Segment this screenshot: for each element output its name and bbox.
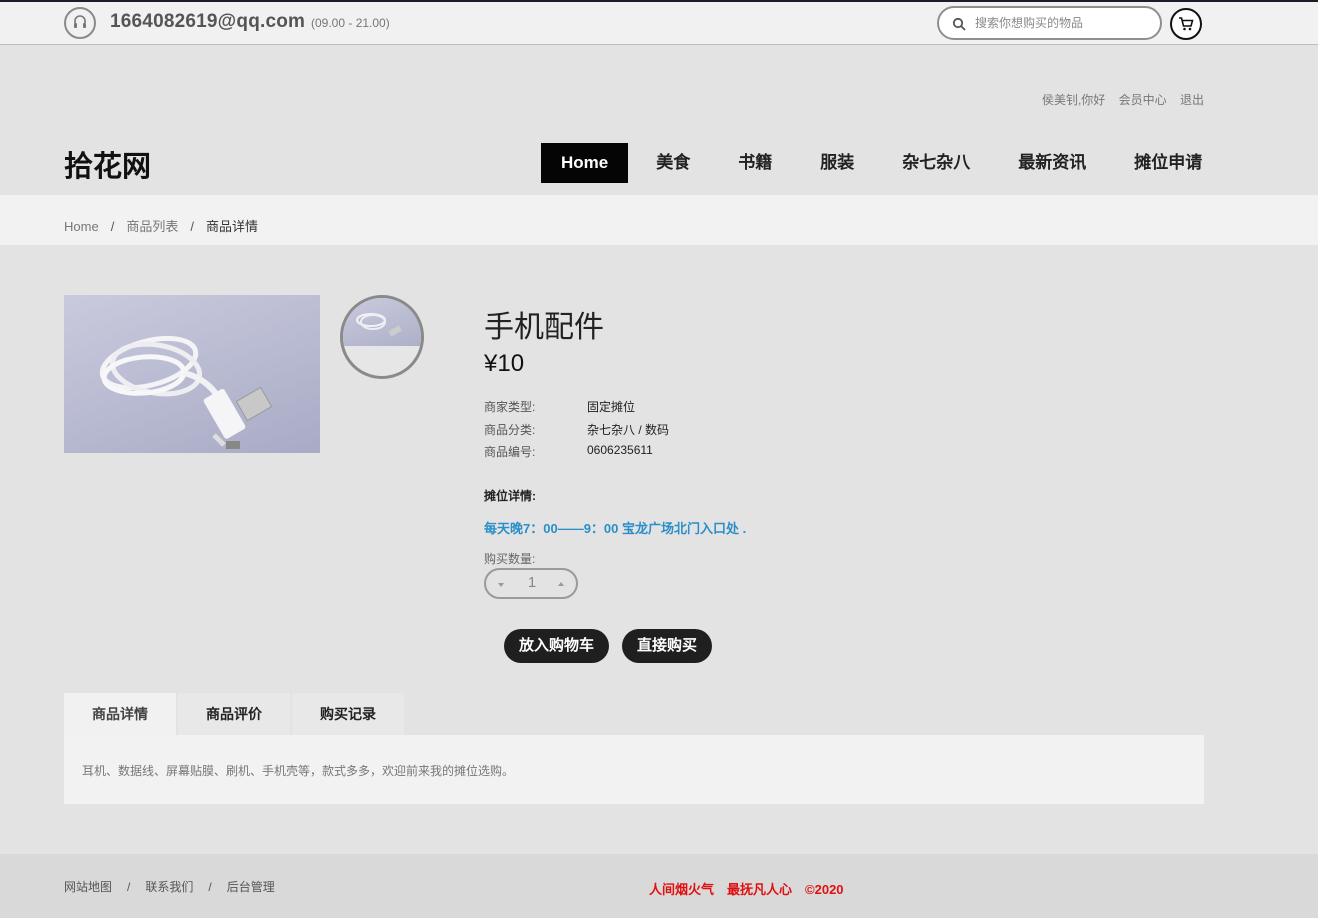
quantity-stepper[interactable]: 1 (484, 568, 578, 599)
breadcrumb-list[interactable]: 商品列表 (126, 219, 178, 234)
nav-food[interactable]: 美食 (632, 143, 714, 183)
business-hours: (09.00 - 21.00) (311, 16, 390, 30)
attr-value: 0606235611 (587, 443, 653, 457)
main-nav: Home 美食 书籍 服装 杂七杂八 最新资讯 摊位申请 (541, 143, 1226, 183)
buy-now-button[interactable]: 直接购买 (622, 629, 713, 663)
search-box[interactable] (937, 6, 1162, 40)
contact-email: 1664082619@qq.com (110, 11, 306, 32)
stall-details-text: 每天晚7：00——9：00 宝龙广场北门入口处 . (484, 521, 747, 536)
product-price: ¥10 (484, 350, 525, 377)
breadcrumb-home[interactable]: Home (64, 219, 99, 234)
cart-icon (1179, 17, 1194, 31)
footer-slogan: 人间烟火气 最抚凡人心 ©2020 (649, 879, 857, 898)
attr-label: 商品编号: (484, 445, 536, 459)
tab-product-reviews[interactable]: 商品评价 (178, 693, 290, 735)
user-links: 侯美钊,你好 会员中心 退出 (1032, 91, 1204, 108)
footer: 网站地图 / 联系我们 / 后台管理 人间烟火气 最抚凡人心 ©2020 (0, 854, 1318, 918)
slogan-part: 最抚凡人心 (727, 882, 793, 897)
footer-link-sitemap[interactable]: 网站地图 (64, 880, 112, 894)
cart-button[interactable] (1170, 8, 1202, 40)
search-input[interactable] (975, 13, 1150, 33)
footer-separator: / (127, 880, 131, 894)
nav-stall-apply[interactable]: 摊位申请 (1110, 143, 1226, 183)
attr-label: 商品分类: (484, 423, 536, 437)
product-title: 手机配件 (484, 311, 604, 344)
nav-home[interactable]: Home (541, 143, 629, 183)
attr-value: 固定摊位 (587, 400, 636, 414)
nav-clothing[interactable]: 服装 (796, 143, 878, 183)
footer-link-contact[interactable]: 联系我们 (145, 880, 193, 894)
tab-product-details[interactable]: 商品详情 (64, 693, 176, 735)
product-main-image (64, 295, 320, 453)
stall-details-label: 摊位详情: (484, 489, 536, 503)
detail-tabs: 商品详情 商品评价 购买记录 (64, 693, 406, 735)
nav-books[interactable]: 书籍 (714, 143, 796, 183)
headset-icon (64, 7, 96, 39)
add-to-cart-button[interactable]: 放入购物车 (504, 629, 610, 663)
breadcrumb-separator: / (190, 219, 194, 234)
quantity-value[interactable]: 1 (524, 574, 540, 591)
search-icon (952, 17, 966, 31)
quantity-label: 购买数量: (484, 552, 536, 566)
copyright: ©2020 (805, 882, 844, 897)
nav-news[interactable]: 最新资讯 (994, 143, 1110, 183)
breadcrumb: Home / 商品列表 / 商品详情 (64, 216, 258, 235)
increment-icon[interactable] (556, 579, 566, 589)
site-logo[interactable]: 拾花网 (64, 143, 151, 185)
logout-link[interactable]: 退出 (1180, 93, 1204, 107)
tab-content-panel: 耳机、数据线、屏幕贴膜、刷机、手机壳等，款式多多，欢迎前来我的摊位选购。 (64, 735, 1204, 804)
footer-links: 网站地图 / 联系我们 / 后台管理 (64, 878, 275, 895)
tab-purchase-records[interactable]: 购买记录 (292, 693, 404, 735)
footer-separator: / (208, 880, 212, 894)
product-thumbnail[interactable] (340, 295, 424, 379)
footer-link-admin[interactable]: 后台管理 (227, 880, 275, 894)
top-bar: 1664082619@qq.com (09.00 - 21.00) (0, 2, 1318, 45)
user-greeting[interactable]: 侯美钊,你好 (1042, 93, 1105, 107)
decrement-icon[interactable] (496, 579, 506, 589)
breadcrumb-separator: / (110, 219, 115, 234)
breadcrumb-bar: Home / 商品列表 / 商品详情 (0, 195, 1318, 245)
nav-misc[interactable]: 杂七杂八 (878, 143, 994, 183)
slogan-part: 人间烟火气 (649, 882, 715, 897)
product-description: 耳机、数据线、屏幕贴膜、刷机、手机壳等，款式多多，欢迎前来我的摊位选购。 (82, 764, 515, 778)
member-center-link[interactable]: 会员中心 (1119, 93, 1167, 107)
attr-value: 杂七杂八 / 数码 (587, 423, 670, 437)
breadcrumb-current: 商品详情 (205, 219, 258, 234)
attr-label: 商家类型: (484, 400, 536, 414)
